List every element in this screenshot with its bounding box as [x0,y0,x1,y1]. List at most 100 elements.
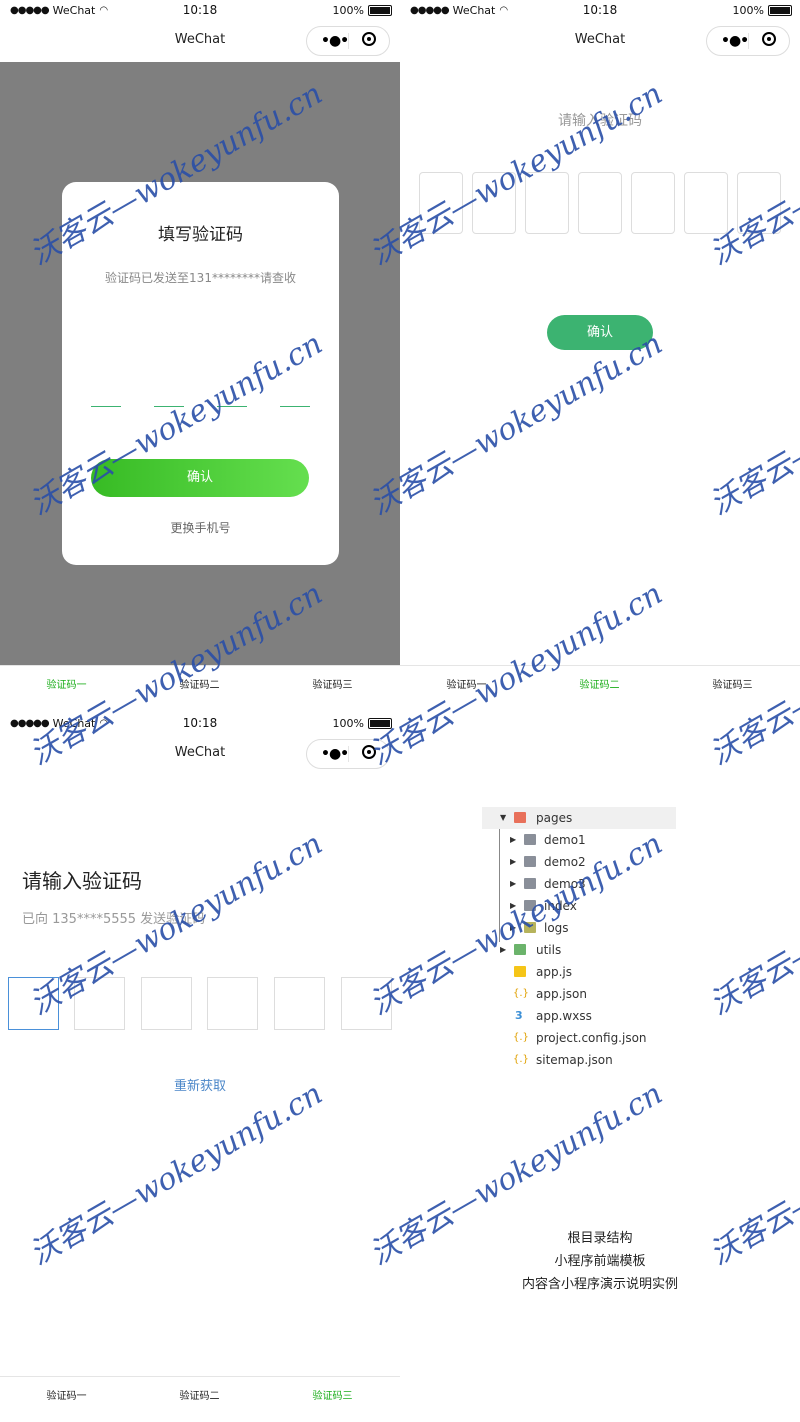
tree-item-project-config[interactable]: {.} project.config.json [482,1027,712,1049]
battery-percent: 100% [332,717,364,730]
verify-modal: 填写验证码 验证码已发送至131********请查收 确认 更换手机号 [62,182,339,565]
status-bar: ●●●●● WeChat ◠ 10:18 100% [0,713,400,735]
more-icon[interactable]: •●• [321,33,349,49]
more-icon[interactable]: •●• [721,33,749,49]
code-digit-input[interactable] [280,406,310,407]
code-box[interactable] [737,172,781,234]
more-icon[interactable]: •●• [321,746,349,762]
json-file-icon: {.} [513,988,529,999]
status-bar: ●●●●● WeChat ◠ 10:18 100% [400,0,800,22]
modal-subtitle: 验证码已发送至131********请查收 [105,271,296,285]
battery-icon [368,5,392,16]
code-box[interactable] [141,977,192,1030]
code-digit-input[interactable] [217,406,247,407]
code-box[interactable] [684,172,728,234]
code-box[interactable] [419,172,463,234]
tab-bar: 验证码一 验证码二 验证码三 [0,665,400,702]
tab-verify-1[interactable]: 验证码一 [0,1387,133,1402]
tree-item-pages[interactable]: ▼ pages [482,807,676,829]
tree-item-demo1[interactable]: ▶ demo1 [482,829,712,851]
tree-item-utils[interactable]: ▶ utils [482,939,712,961]
code-box[interactable] [207,977,258,1030]
tab-bar: 验证码一 验证码二 验证码三 [0,1376,400,1413]
code-box[interactable] [341,977,392,1030]
page-subtitle: 已向 135****5555 发送验证码 [22,912,206,927]
tree-item-appjson[interactable]: {.} app.json [482,983,712,1005]
capsule-menu: •●• [706,26,790,56]
tree-label: app.json [536,987,587,1001]
modal-title: 填写验证码 [158,225,243,245]
caret-right-icon: ▶ [510,901,517,910]
code-digit-input[interactable] [91,406,121,407]
tab-verify-3[interactable]: 验证码三 [266,1387,399,1402]
close-miniprogram-icon[interactable] [762,32,776,46]
confirm-button[interactable]: 确认 [91,459,309,497]
tree-label: app.js [536,965,572,979]
tab-verify-2[interactable]: 验证码二 [133,1387,266,1402]
js-file-icon [514,966,526,977]
battery-icon [368,718,392,729]
page-title: 请输入验证码 [22,869,142,893]
folder-icon [524,856,536,867]
tab-verify-1[interactable]: 验证码一 [400,676,533,691]
tab-verify-1[interactable]: 验证码一 [0,676,133,691]
nav-bar: WeChat •●• [0,22,400,62]
battery-icon [768,5,792,16]
json-file-icon: {.} [513,1054,529,1065]
code-box[interactable] [274,977,325,1030]
code-digit-input[interactable] [154,406,184,407]
tree-item-demo3[interactable]: ▶ demo3 [482,873,712,895]
json-file-icon: {.} [513,1032,529,1043]
description-line: 根目录结构 [567,1231,633,1246]
screen-verify-boxes: ●●●●● WeChat ◠ 10:18 100% WeChat •●• 请输入验证… [400,0,800,665]
tree-label: sitemap.json [536,1053,613,1067]
status-bar: ●●●●● WeChat ◠ 10:18 100% [0,0,400,22]
nav-bar: WeChat •●• [400,22,800,62]
tab-verify-2[interactable]: 验证码二 [533,676,666,691]
tree-item-index[interactable]: ▶ index [482,895,712,917]
caret-right-icon: ▶ [510,923,517,932]
folder-icon [524,922,536,933]
nav-bar: WeChat •●• [0,735,400,775]
folder-icon [514,944,526,955]
tab-bar: 验证码一 验证码二 验证码三 [400,665,800,702]
code-box[interactable] [472,172,516,234]
capsule-menu: •●• [306,26,390,56]
tab-verify-2[interactable]: 验证码二 [133,676,266,691]
caret-right-icon: ▶ [510,857,517,866]
tree-label: demo1 [544,833,586,847]
tree-label: app.wxss [536,1009,592,1023]
folder-icon [524,900,536,911]
description-line: 内容含小程序演示说明实例 [521,1277,678,1292]
confirm-button[interactable]: 确认 [547,315,653,350]
tree-item-sitemap[interactable]: {.} sitemap.json [482,1049,712,1071]
code-box[interactable] [578,172,622,234]
screen-file-tree: 验证码一 验证码二 验证码三 ▼ pages ▶ demo1 ▶ demo2 ▶ dem… [400,665,800,1422]
screen-verify-modal: ●●●●● WeChat ◠ 10:18 100% WeChat •●• 填写验证码… [0,0,400,665]
tab-verify-3[interactable]: 验证码三 [266,676,399,691]
close-miniprogram-icon[interactable] [362,32,376,46]
code-box[interactable] [631,172,675,234]
css-file-icon: 3 [515,1009,523,1022]
tree-label: utils [536,943,562,957]
code-box[interactable] [8,977,59,1030]
caret-right-icon: ▶ [500,945,507,954]
tree-item-appwxss[interactable]: 3 app.wxss [482,1005,712,1027]
code-box[interactable] [525,172,569,234]
caret-down-icon: ▼ [500,813,507,822]
tree-label: demo3 [544,877,586,891]
code-box[interactable] [74,977,125,1030]
change-phone-link[interactable]: 更换手机号 [62,519,339,536]
tree-item-appjs[interactable]: app.js [482,961,712,983]
tree-label: logs [544,921,569,935]
close-miniprogram-icon[interactable] [362,745,376,759]
caret-right-icon: ▶ [510,835,517,844]
resend-link[interactable]: 重新获取 [0,1075,400,1094]
tree-label: pages [536,811,573,825]
battery-percent: 100% [732,4,764,17]
tree-item-demo2[interactable]: ▶ demo2 [482,851,712,873]
capsule-menu: •●• [306,739,390,769]
tree-item-logs[interactable]: ▶ logs [482,917,712,939]
tab-verify-3[interactable]: 验证码三 [666,676,799,691]
tree-label: project.config.json [536,1031,647,1045]
